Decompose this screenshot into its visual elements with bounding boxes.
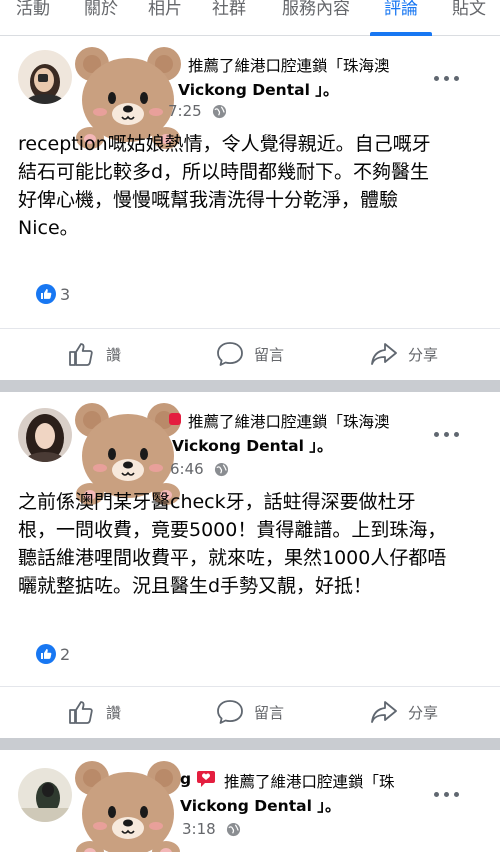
post-action-bar: 讚 留言 分享 bbox=[0, 686, 500, 736]
tab-activity[interactable]: 活動 bbox=[16, 0, 50, 24]
post-separator bbox=[0, 738, 500, 750]
review-body: 之前係澳門某牙醫check牙，話蛀得深要做杜牙 根，一問收費，竟要5000！貴得… bbox=[18, 488, 484, 600]
comment-button[interactable]: 留言 bbox=[216, 697, 284, 727]
page-name-link[interactable]: Vickong Dental 」。 bbox=[180, 794, 341, 816]
share-icon bbox=[371, 343, 397, 365]
like-count[interactable]: 3 bbox=[60, 285, 70, 304]
comment-icon bbox=[217, 700, 243, 724]
post-action-bar: 讚 留言 分享 bbox=[0, 328, 500, 378]
avatar[interactable] bbox=[18, 50, 72, 104]
review-line: 曬就整掂咗。況且醫生d手勢又靚，好抵！ bbox=[18, 575, 373, 597]
share-icon bbox=[371, 701, 397, 723]
review-line: 結石可能比較多d，所以時間都幾耐下。不夠醫生 bbox=[18, 161, 430, 183]
share-label: 分享 bbox=[408, 703, 439, 722]
tab-about[interactable]: 關於 bbox=[84, 0, 118, 24]
reviewer-name-text: g bbox=[180, 770, 192, 788]
more-options-icon[interactable] bbox=[434, 432, 460, 440]
like-button[interactable]: 讚 bbox=[68, 697, 121, 727]
like-button[interactable]: 讚 bbox=[68, 339, 121, 369]
post-timestamp[interactable]: 7:25 bbox=[168, 102, 227, 120]
share-button[interactable]: 分享 bbox=[370, 697, 438, 727]
review-body: reception嘅姑娘熱情，令人覺得親近。自己嘅牙 結石可能比較多d，所以時間… bbox=[18, 130, 484, 242]
share-button[interactable]: 分享 bbox=[370, 339, 438, 369]
page-name-link[interactable]: Vickong Dental 」。 bbox=[172, 434, 333, 456]
globe-icon bbox=[227, 822, 241, 837]
page-name-text: Vickong Dental 」。 bbox=[172, 437, 333, 455]
tab-reviews[interactable]: 評論 bbox=[384, 0, 418, 24]
like-count[interactable]: 2 bbox=[60, 645, 70, 664]
page-tab-bar: 活動 關於 相片 社群 服務內容 評論 貼文 bbox=[0, 0, 500, 36]
recommend-icon bbox=[197, 771, 215, 787]
share-label: 分享 bbox=[408, 345, 439, 364]
avatar[interactable] bbox=[18, 408, 72, 462]
globe-icon bbox=[213, 104, 227, 119]
comment-button[interactable]: 留言 bbox=[216, 339, 284, 369]
review-headline: 推薦了維港口腔連鎖「珠 bbox=[224, 770, 395, 792]
review-line: 之前係澳門某牙醫check牙，話蛀得深要做杜牙 bbox=[18, 491, 416, 513]
timestamp-text: 7:25 bbox=[168, 102, 202, 120]
review-headline: 推薦了維港口腔連鎖「珠海澳 bbox=[188, 54, 390, 76]
more-options-icon[interactable] bbox=[434, 792, 460, 800]
timestamp-text: 6:46 bbox=[170, 460, 204, 478]
page-name-text: Vickong Dental 」。 bbox=[180, 797, 341, 815]
recommend-label: 推薦了維港口腔連鎖「珠 bbox=[224, 773, 395, 791]
recommend-icon bbox=[169, 413, 181, 425]
review-line: 聽話維港哩間收費平，就來咗，果然1000人仔都唔 bbox=[18, 547, 447, 569]
review-line: 根，一問收費，竟要5000！貴得離譜。上到珠海， bbox=[18, 519, 447, 541]
review-line: 好俾心機，慢慢嘅幫我清洗得十分乾淨，體驗 bbox=[18, 189, 399, 211]
review-line: Nice。 bbox=[18, 217, 79, 239]
tab-community[interactable]: 社群 bbox=[212, 0, 246, 24]
timestamp-text: 3:18 bbox=[182, 820, 216, 838]
bear-sticker bbox=[74, 760, 182, 852]
comment-icon bbox=[217, 342, 243, 366]
like-reaction-icon[interactable] bbox=[36, 284, 56, 304]
tab-services[interactable]: 服務內容 bbox=[282, 0, 350, 24]
post-timestamp[interactable]: 6:46 bbox=[170, 460, 229, 478]
review-line: reception嘅姑娘熱情，令人覺得親近。自己嘅牙 bbox=[18, 133, 431, 155]
comment-label: 留言 bbox=[254, 703, 285, 722]
like-label: 讚 bbox=[106, 703, 122, 722]
globe-icon bbox=[215, 462, 229, 477]
like-label: 讚 bbox=[106, 345, 122, 364]
comment-label: 留言 bbox=[254, 345, 285, 364]
post-separator bbox=[0, 380, 500, 392]
more-options-icon[interactable] bbox=[434, 76, 460, 84]
like-icon bbox=[69, 701, 93, 724]
like-icon bbox=[69, 343, 93, 366]
review-headline: 推薦了維港口腔連鎖「珠海澳 bbox=[188, 410, 390, 432]
review-post: 推薦了維港口腔連鎖「珠海澳 Vickong Dental 」。 6:46 之前係… bbox=[0, 392, 500, 738]
like-reaction-icon[interactable] bbox=[36, 644, 56, 664]
recommend-label: 推薦了維港口腔連鎖「珠海澳 bbox=[188, 413, 390, 431]
review-post: g 推薦了維港口腔連鎖「珠 Vickong Dental 」。 3:18 bbox=[0, 750, 500, 852]
avatar[interactable] bbox=[18, 768, 72, 822]
reviewer-name[interactable]: g bbox=[180, 770, 191, 788]
recommend-label: 推薦了維港口腔連鎖「珠海澳 bbox=[188, 57, 390, 75]
page-name-link[interactable]: Vickong Dental 」。 bbox=[178, 78, 339, 100]
page-name-text: Vickong Dental 」。 bbox=[178, 81, 339, 99]
tab-photos[interactable]: 相片 bbox=[148, 0, 182, 24]
post-timestamp[interactable]: 3:18 bbox=[182, 820, 241, 838]
review-post: 推薦了維港口腔連鎖「珠海澳 Vickong Dental 」。 7:25 rec… bbox=[0, 36, 500, 380]
tab-posts[interactable]: 貼文 bbox=[452, 0, 486, 24]
